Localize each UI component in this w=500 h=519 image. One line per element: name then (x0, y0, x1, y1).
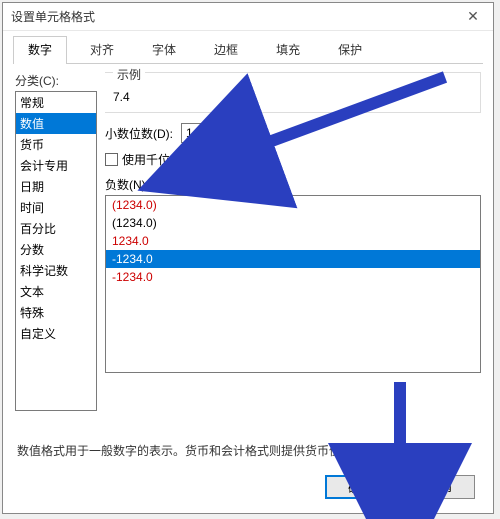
dialog-body: 分类(C): 常规数值货币会计专用日期时间百分比分数科学记数文本特殊自定义 示例… (3, 64, 493, 432)
category-item[interactable]: 数值 (16, 113, 96, 134)
category-item[interactable]: 百分比 (16, 218, 96, 239)
category-label-text: 分类(C): (15, 74, 59, 88)
tab-3[interactable]: 边框 (199, 36, 253, 64)
negatives-list[interactable]: (1234.0)(1234.0)1234.0-1234.0-1234.0 (105, 195, 481, 373)
tab-4[interactable]: 填充 (261, 36, 315, 64)
negative-format-item[interactable]: (1234.0) (106, 196, 480, 214)
category-item[interactable]: 分数 (16, 239, 96, 260)
options-panel: 示例 7.4 小数位数(D): ▲ ▼ 使用千位分隔符(,)(U) (105, 72, 481, 432)
window-title: 设置单元格格式 (11, 8, 461, 25)
negatives-label-text: 负数(N): (105, 178, 149, 192)
example-value: 7.4 (113, 90, 472, 104)
category-item[interactable]: 常规 (16, 92, 96, 113)
tab-strip: 数字对齐字体边框填充保护 (13, 35, 483, 64)
category-item[interactable]: 自定义 (16, 323, 96, 344)
negative-format-item[interactable]: (1234.0) (106, 214, 480, 232)
description-text: 数值格式用于一般数字的表示。货币和会计格式则提供货币值计算的专用格式。 (3, 432, 493, 469)
example-label: 示例 (113, 66, 145, 83)
tab-1[interactable]: 对齐 (75, 36, 129, 64)
negative-format-item[interactable]: 1234.0 (106, 232, 480, 250)
example-group: 示例 7.4 (105, 72, 481, 113)
spinner-buttons: ▲ ▼ (220, 124, 235, 142)
ok-button[interactable]: 确定 (325, 475, 395, 499)
decimals-label: 小数位数(D): (105, 125, 173, 142)
tab-5[interactable]: 保护 (323, 36, 377, 64)
thousands-checkbox[interactable] (105, 153, 118, 166)
dialog-footer: 确定 取消 (325, 475, 475, 499)
spin-down-icon[interactable]: ▼ (221, 133, 235, 142)
decimals-spinner[interactable]: ▲ ▼ (181, 123, 236, 143)
category-panel: 分类(C): 常规数值货币会计专用日期时间百分比分数科学记数文本特殊自定义 (15, 72, 97, 432)
category-list[interactable]: 常规数值货币会计专用日期时间百分比分数科学记数文本特殊自定义 (15, 91, 97, 411)
tab-2[interactable]: 字体 (137, 36, 191, 64)
category-label: 分类(C): (15, 72, 97, 89)
titlebar: 设置单元格格式 ✕ (3, 3, 493, 31)
dialog-window: 设置单元格格式 ✕ 数字对齐字体边框填充保护 分类(C): 常规数值货币会计专用… (2, 2, 494, 514)
decimals-input[interactable] (182, 124, 220, 142)
category-item[interactable]: 货币 (16, 134, 96, 155)
thousands-label: 使用千位分隔符(,)(U) (122, 151, 234, 168)
thousands-row: 使用千位分隔符(,)(U) (105, 151, 481, 168)
tab-0[interactable]: 数字 (13, 36, 67, 64)
category-item[interactable]: 科学记数 (16, 260, 96, 281)
negatives-label: 负数(N): (105, 176, 481, 193)
category-item[interactable]: 特殊 (16, 302, 96, 323)
category-item[interactable]: 时间 (16, 197, 96, 218)
decimals-row: 小数位数(D): ▲ ▼ (105, 123, 481, 143)
category-item[interactable]: 文本 (16, 281, 96, 302)
cancel-button[interactable]: 取消 (405, 475, 475, 499)
negative-format-item[interactable]: -1234.0 (106, 268, 480, 286)
negative-format-item[interactable]: -1234.0 (106, 250, 480, 268)
category-item[interactable]: 会计专用 (16, 155, 96, 176)
decimals-label-text: 小数位数(D): (105, 127, 173, 141)
category-item[interactable]: 日期 (16, 176, 96, 197)
close-icon[interactable]: ✕ (461, 8, 485, 25)
